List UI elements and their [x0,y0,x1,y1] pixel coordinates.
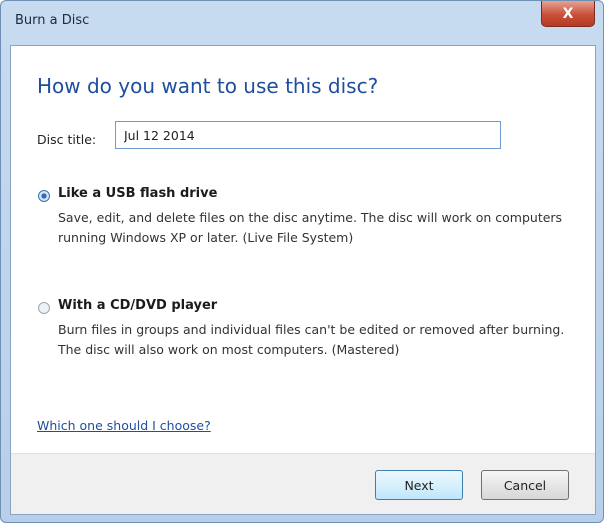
burn-disc-window: Burn a Disc X How do you want to use thi… [0,0,604,523]
which-one-help-link[interactable]: Which one should I choose? [37,418,211,433]
dialog-footer: Next Cancel [11,453,595,514]
window-title: Burn a Disc [15,13,90,28]
usb-flash-drive-option-description: Save, edit, and delete files on the disc… [58,210,563,245]
cancel-button[interactable]: Cancel [481,470,569,500]
cd-dvd-player-radio[interactable] [38,302,50,314]
cd-dvd-player-option-title[interactable]: With a CD/DVD player [58,298,217,313]
title-bar[interactable]: Burn a Disc X [1,1,603,45]
disc-title-input[interactable] [115,121,501,149]
usb-flash-drive-option-title[interactable]: Like a USB flash drive [58,186,217,201]
next-button[interactable]: Next [375,470,463,500]
close-icon: X [562,5,574,22]
disc-title-label: Disc title: [37,132,97,147]
cd-dvd-player-option-description: Burn files in groups and individual file… [58,322,565,357]
close-button[interactable]: X [541,1,595,27]
usb-flash-drive-radio[interactable] [38,190,50,202]
dialog-heading: How do you want to use this disc? [37,74,379,98]
dialog-body: How do you want to use this disc? Disc t… [10,45,596,515]
